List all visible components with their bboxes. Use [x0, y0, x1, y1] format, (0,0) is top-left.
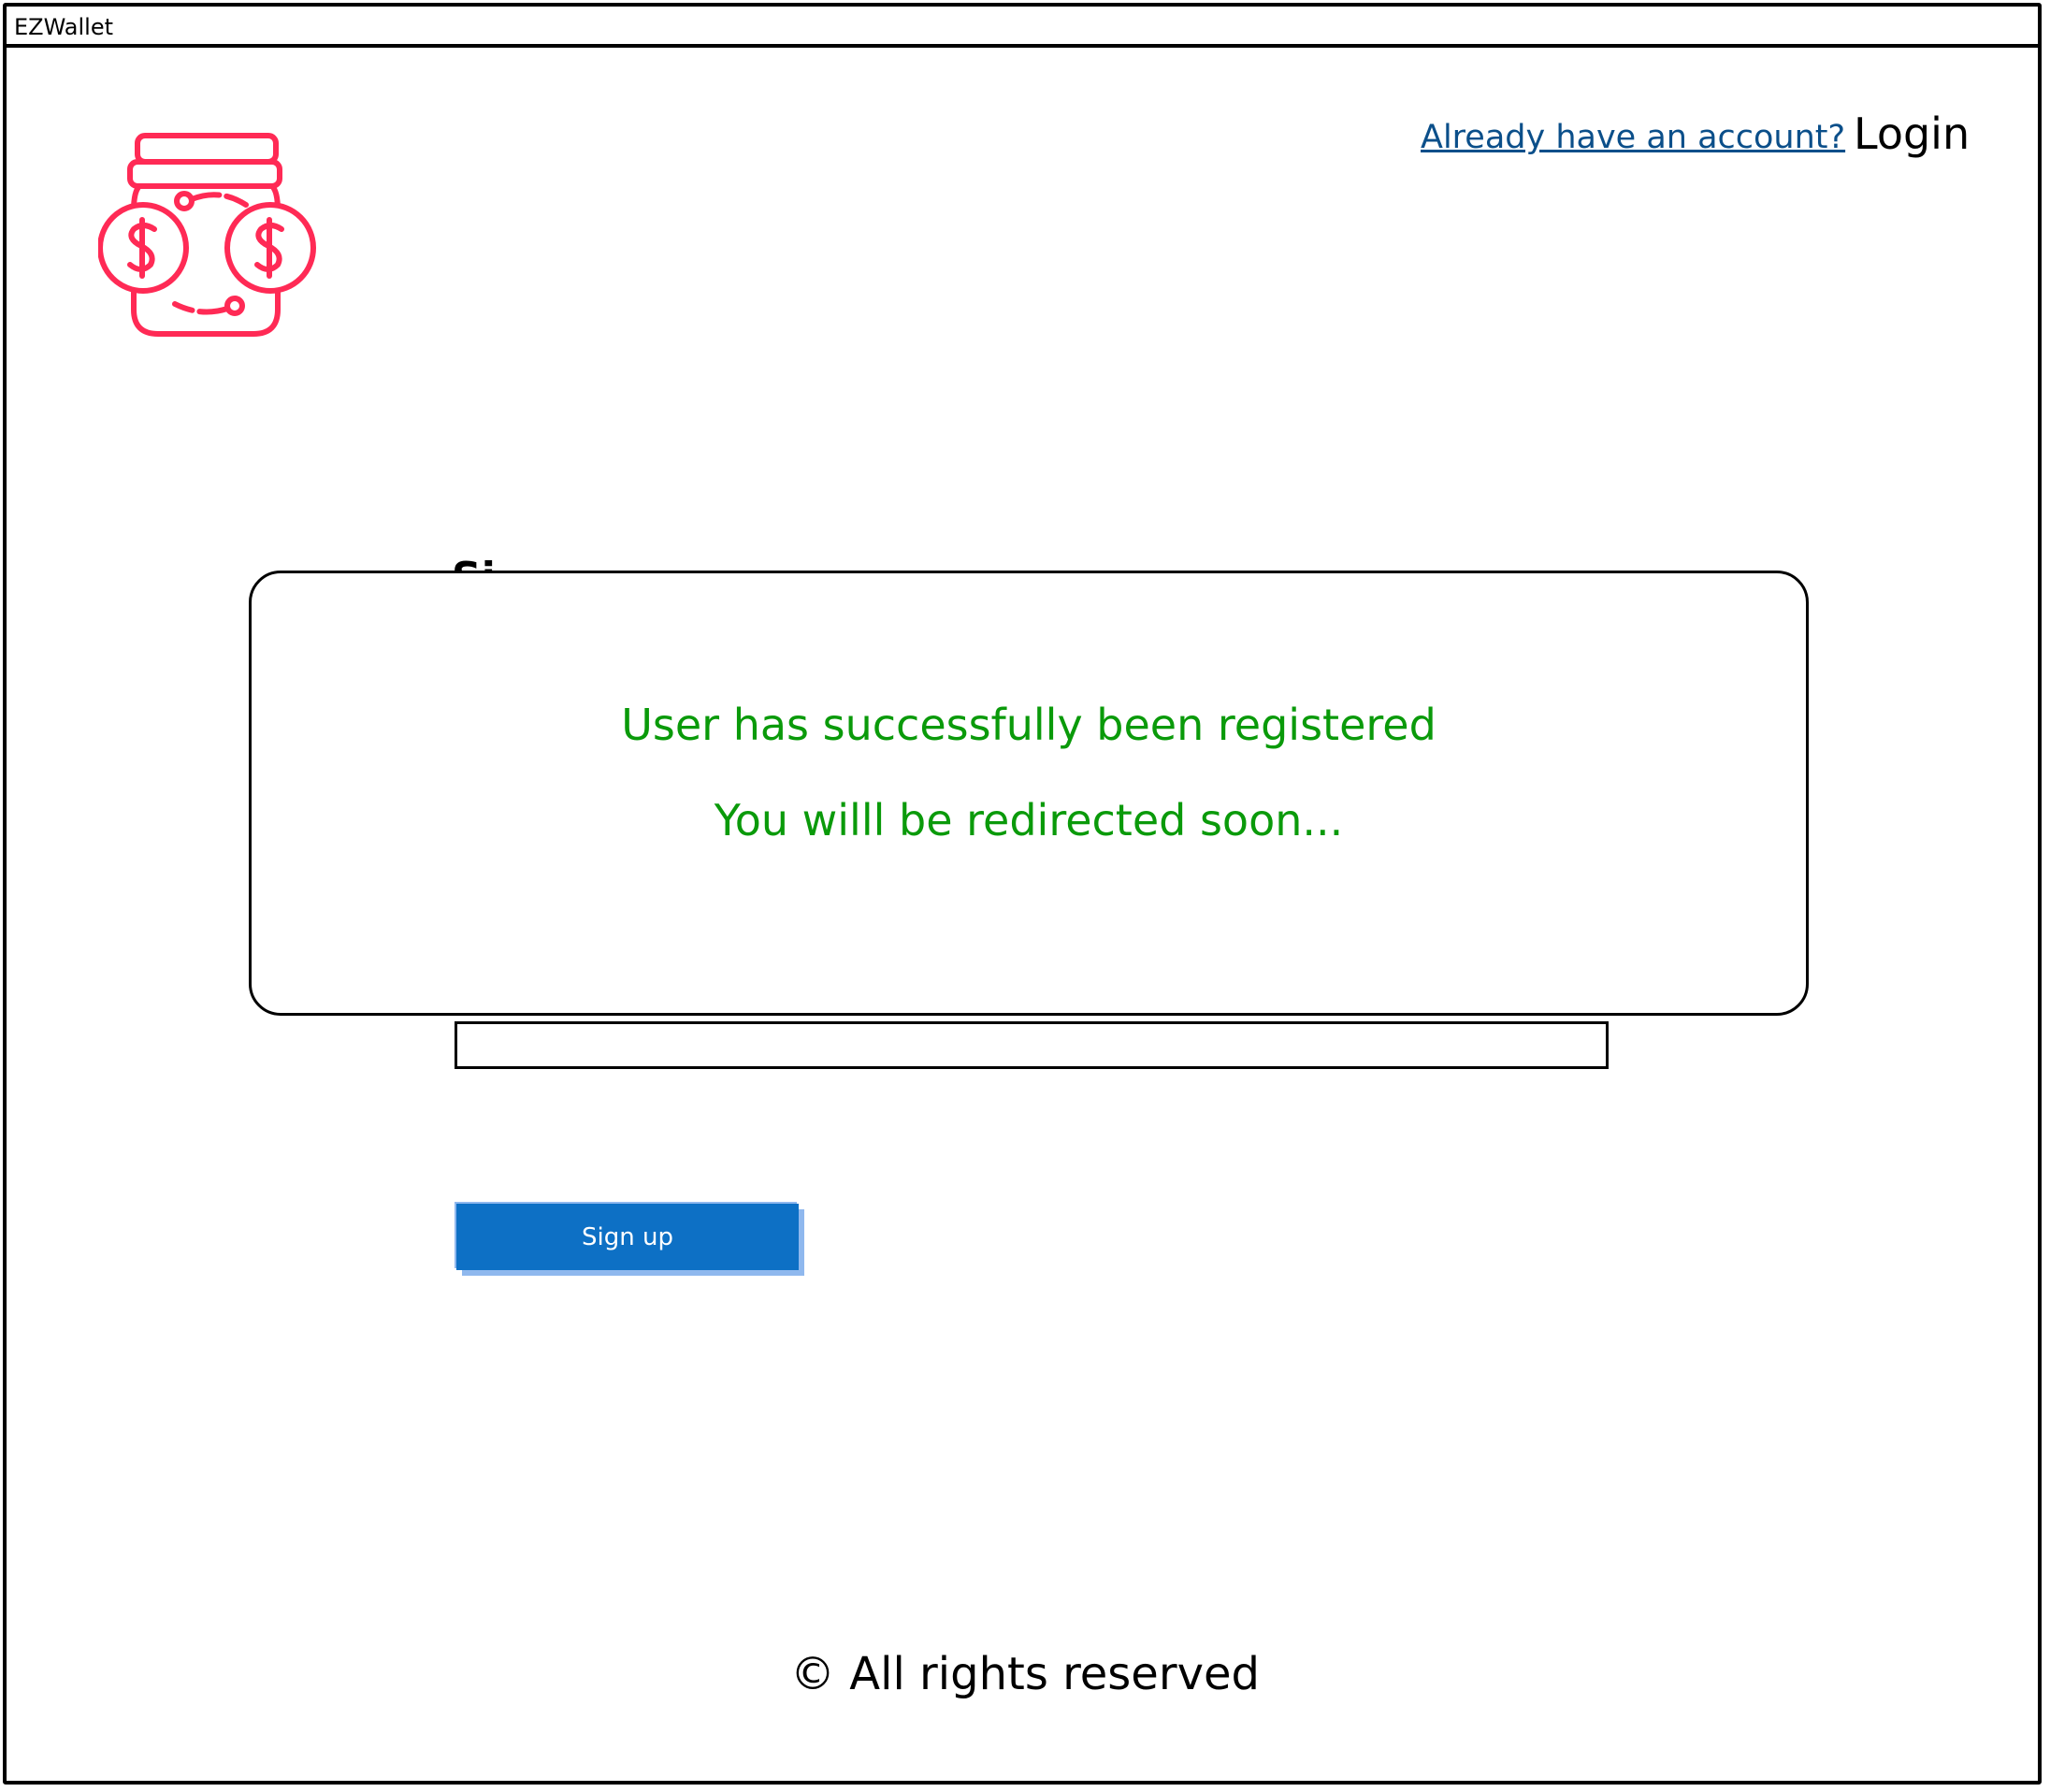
signup-button[interactable]: Sign up: [456, 1204, 799, 1270]
footer-copyright: © All rights reserved: [790, 1648, 1260, 1700]
login-button[interactable]: Login: [1854, 108, 1970, 159]
money-jar-icon: [98, 133, 316, 337]
redirect-message: You willl be redirected soon...: [714, 795, 1344, 845]
success-message: User has successfully been registered: [621, 700, 1436, 750]
form-input-field[interactable]: [455, 1021, 1609, 1069]
window-title: EZWallet: [14, 14, 114, 40]
already-have-account-link[interactable]: Already have an account?: [1421, 119, 1845, 156]
success-modal: User has successfully been registered Yo…: [249, 571, 1809, 1016]
title-bar: EZWallet: [7, 7, 2038, 48]
